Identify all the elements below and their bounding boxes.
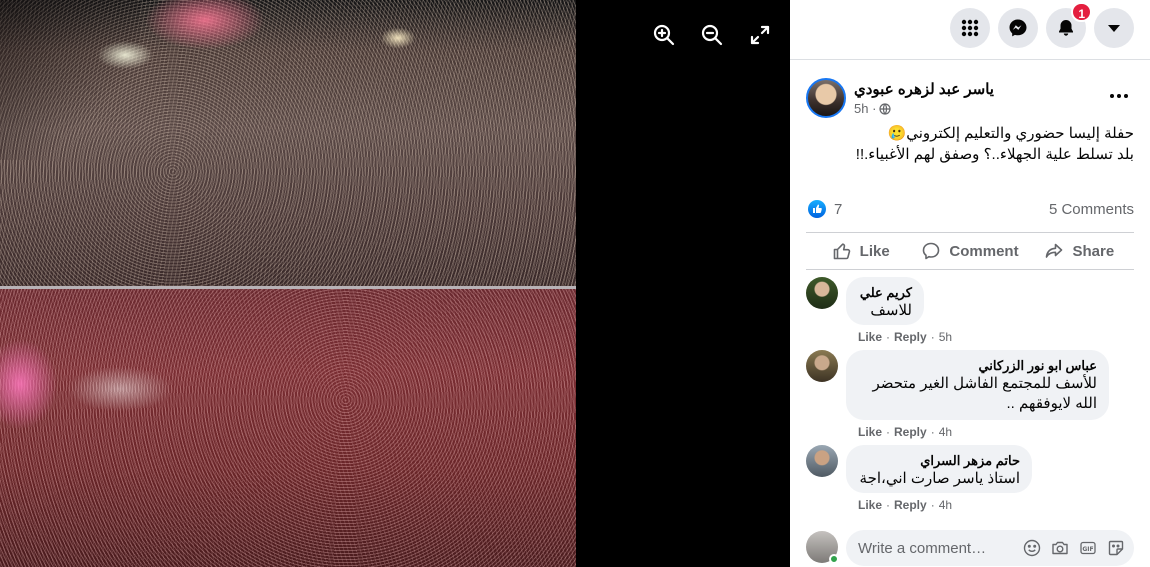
comment-time[interactable]: 4h bbox=[939, 425, 952, 439]
comment-composer: GIF bbox=[790, 519, 1150, 567]
author-avatar[interactable] bbox=[806, 78, 846, 118]
svg-text:GIF: GIF bbox=[1082, 546, 1093, 553]
comment: حاتم مزهر السراي استاذ ياسر صارت اني،اجة… bbox=[806, 445, 1134, 515]
post-text-line: حفلة إليسا حضوري والتعليم إلكتروني🥲 bbox=[887, 125, 1134, 142]
comment: عباس ابو نور الزركاني للأسف للمجتمع الفا… bbox=[806, 350, 1134, 442]
menu-button[interactable] bbox=[950, 8, 990, 48]
commenter-avatar[interactable] bbox=[806, 445, 838, 477]
post-text: حفلة إليسا حضوري والتعليم إلكتروني🥲 بلد … bbox=[814, 123, 1134, 165]
comment-like-link[interactable]: Like bbox=[858, 330, 882, 344]
commenter-name[interactable]: كريم علي bbox=[858, 285, 912, 301]
share-icon bbox=[1046, 243, 1063, 258]
notification-count-badge: 1 bbox=[1071, 2, 1092, 22]
share-label: Share bbox=[1072, 242, 1115, 260]
like-button[interactable]: Like bbox=[806, 233, 915, 269]
comment-label: Comment bbox=[949, 242, 1019, 260]
gif-icon[interactable]: GIF bbox=[1079, 539, 1097, 557]
messenger-button[interactable] bbox=[998, 8, 1038, 48]
post-options-button[interactable] bbox=[1104, 85, 1134, 107]
share-button[interactable]: Share bbox=[1025, 233, 1134, 269]
top-bar: 1 bbox=[790, 0, 1150, 60]
zoom-in-icon bbox=[653, 24, 675, 46]
comment-bubble: عباس ابو نور الزركاني للأسف للمجتمع الفا… bbox=[846, 350, 1109, 420]
reactions-bar: 7 5 Comments bbox=[806, 198, 1134, 222]
emoji-icon[interactable] bbox=[1023, 539, 1041, 557]
account-menu-button[interactable] bbox=[1094, 8, 1134, 48]
zoom-in-button[interactable] bbox=[651, 22, 677, 48]
sticker-icon[interactable] bbox=[1107, 539, 1125, 557]
concert-crowd-image-bottom bbox=[0, 289, 576, 567]
comments-count[interactable]: 5 Comments bbox=[1049, 201, 1134, 218]
messenger-icon bbox=[1009, 19, 1027, 37]
like-label: Like bbox=[859, 242, 890, 260]
comment-time[interactable]: 5h bbox=[939, 330, 952, 344]
comment-reply-link[interactable]: Reply bbox=[894, 330, 927, 344]
notifications-button[interactable]: 1 bbox=[1046, 2, 1092, 48]
commenter-avatar[interactable] bbox=[806, 350, 838, 382]
online-status-dot bbox=[829, 554, 839, 564]
comment-bubble: كريم علي للاسف bbox=[846, 277, 924, 325]
commenter-name[interactable]: عباس ابو نور الزركاني bbox=[858, 358, 1097, 374]
more-options-icon bbox=[1110, 94, 1128, 98]
comment-reply-link[interactable]: Reply bbox=[894, 498, 927, 512]
comment-bubble: حاتم مزهر السراي استاذ ياسر صارت اني،اجة bbox=[846, 445, 1032, 493]
comment-time[interactable]: 4h bbox=[939, 498, 952, 512]
comment-reply-link[interactable]: Reply bbox=[894, 425, 927, 439]
comment-actions: Like · Reply · 4h bbox=[858, 498, 953, 512]
commenter-name[interactable]: حاتم مزهر السراي bbox=[858, 453, 1020, 469]
post-time[interactable]: 5h · bbox=[854, 101, 876, 116]
comment-like-link[interactable]: Like bbox=[858, 498, 882, 512]
comment-icon bbox=[923, 242, 940, 260]
comment: كريم علي للاسف Like · Reply · 5h bbox=[806, 277, 1134, 347]
comment-text: استاذ ياسر صارت اني،اجة bbox=[859, 470, 1020, 487]
post-panel: 1 ياسر عبد لزهره عبودي 5h · حفلة إليسا ح… bbox=[790, 0, 1150, 567]
commenter-avatar[interactable] bbox=[806, 277, 838, 309]
fullscreen-icon bbox=[750, 25, 770, 45]
photo-viewer bbox=[0, 0, 790, 567]
author-name[interactable]: ياسر عبد لزهره عبودي bbox=[854, 80, 994, 98]
camera-icon[interactable] bbox=[1051, 539, 1069, 557]
globe-icon bbox=[879, 102, 892, 115]
comment-like-link[interactable]: Like bbox=[858, 425, 882, 439]
zoom-out-button[interactable] bbox=[699, 22, 725, 48]
like-reaction-icon[interactable] bbox=[808, 200, 826, 218]
comment-text: للأسف للمجتمع الفاشل الغير متحضر الله لا… bbox=[872, 375, 1098, 412]
thumbs-up-icon bbox=[833, 243, 850, 260]
caret-down-icon bbox=[1108, 25, 1120, 32]
zoom-out-icon bbox=[701, 24, 723, 46]
concert-crowd-image-top bbox=[0, 0, 576, 286]
comment-actions: Like · Reply · 4h bbox=[858, 425, 953, 439]
post-photo[interactable] bbox=[0, 0, 576, 567]
post-actions: Like Comment Share bbox=[806, 232, 1134, 270]
grid-menu-icon bbox=[961, 19, 979, 37]
comment-button[interactable]: Comment bbox=[915, 233, 1024, 269]
comment-text: للاسف bbox=[870, 302, 912, 319]
fullscreen-button[interactable] bbox=[747, 22, 773, 48]
reaction-count[interactable]: 7 bbox=[834, 201, 842, 218]
comment-actions: Like · Reply · 5h bbox=[858, 330, 953, 344]
post-meta: 5h · bbox=[854, 101, 892, 116]
bell-icon bbox=[1059, 20, 1073, 36]
post-text-line: بلد تسلط علية الجهلاء..؟ وصفق لهم الأغبي… bbox=[855, 146, 1134, 163]
